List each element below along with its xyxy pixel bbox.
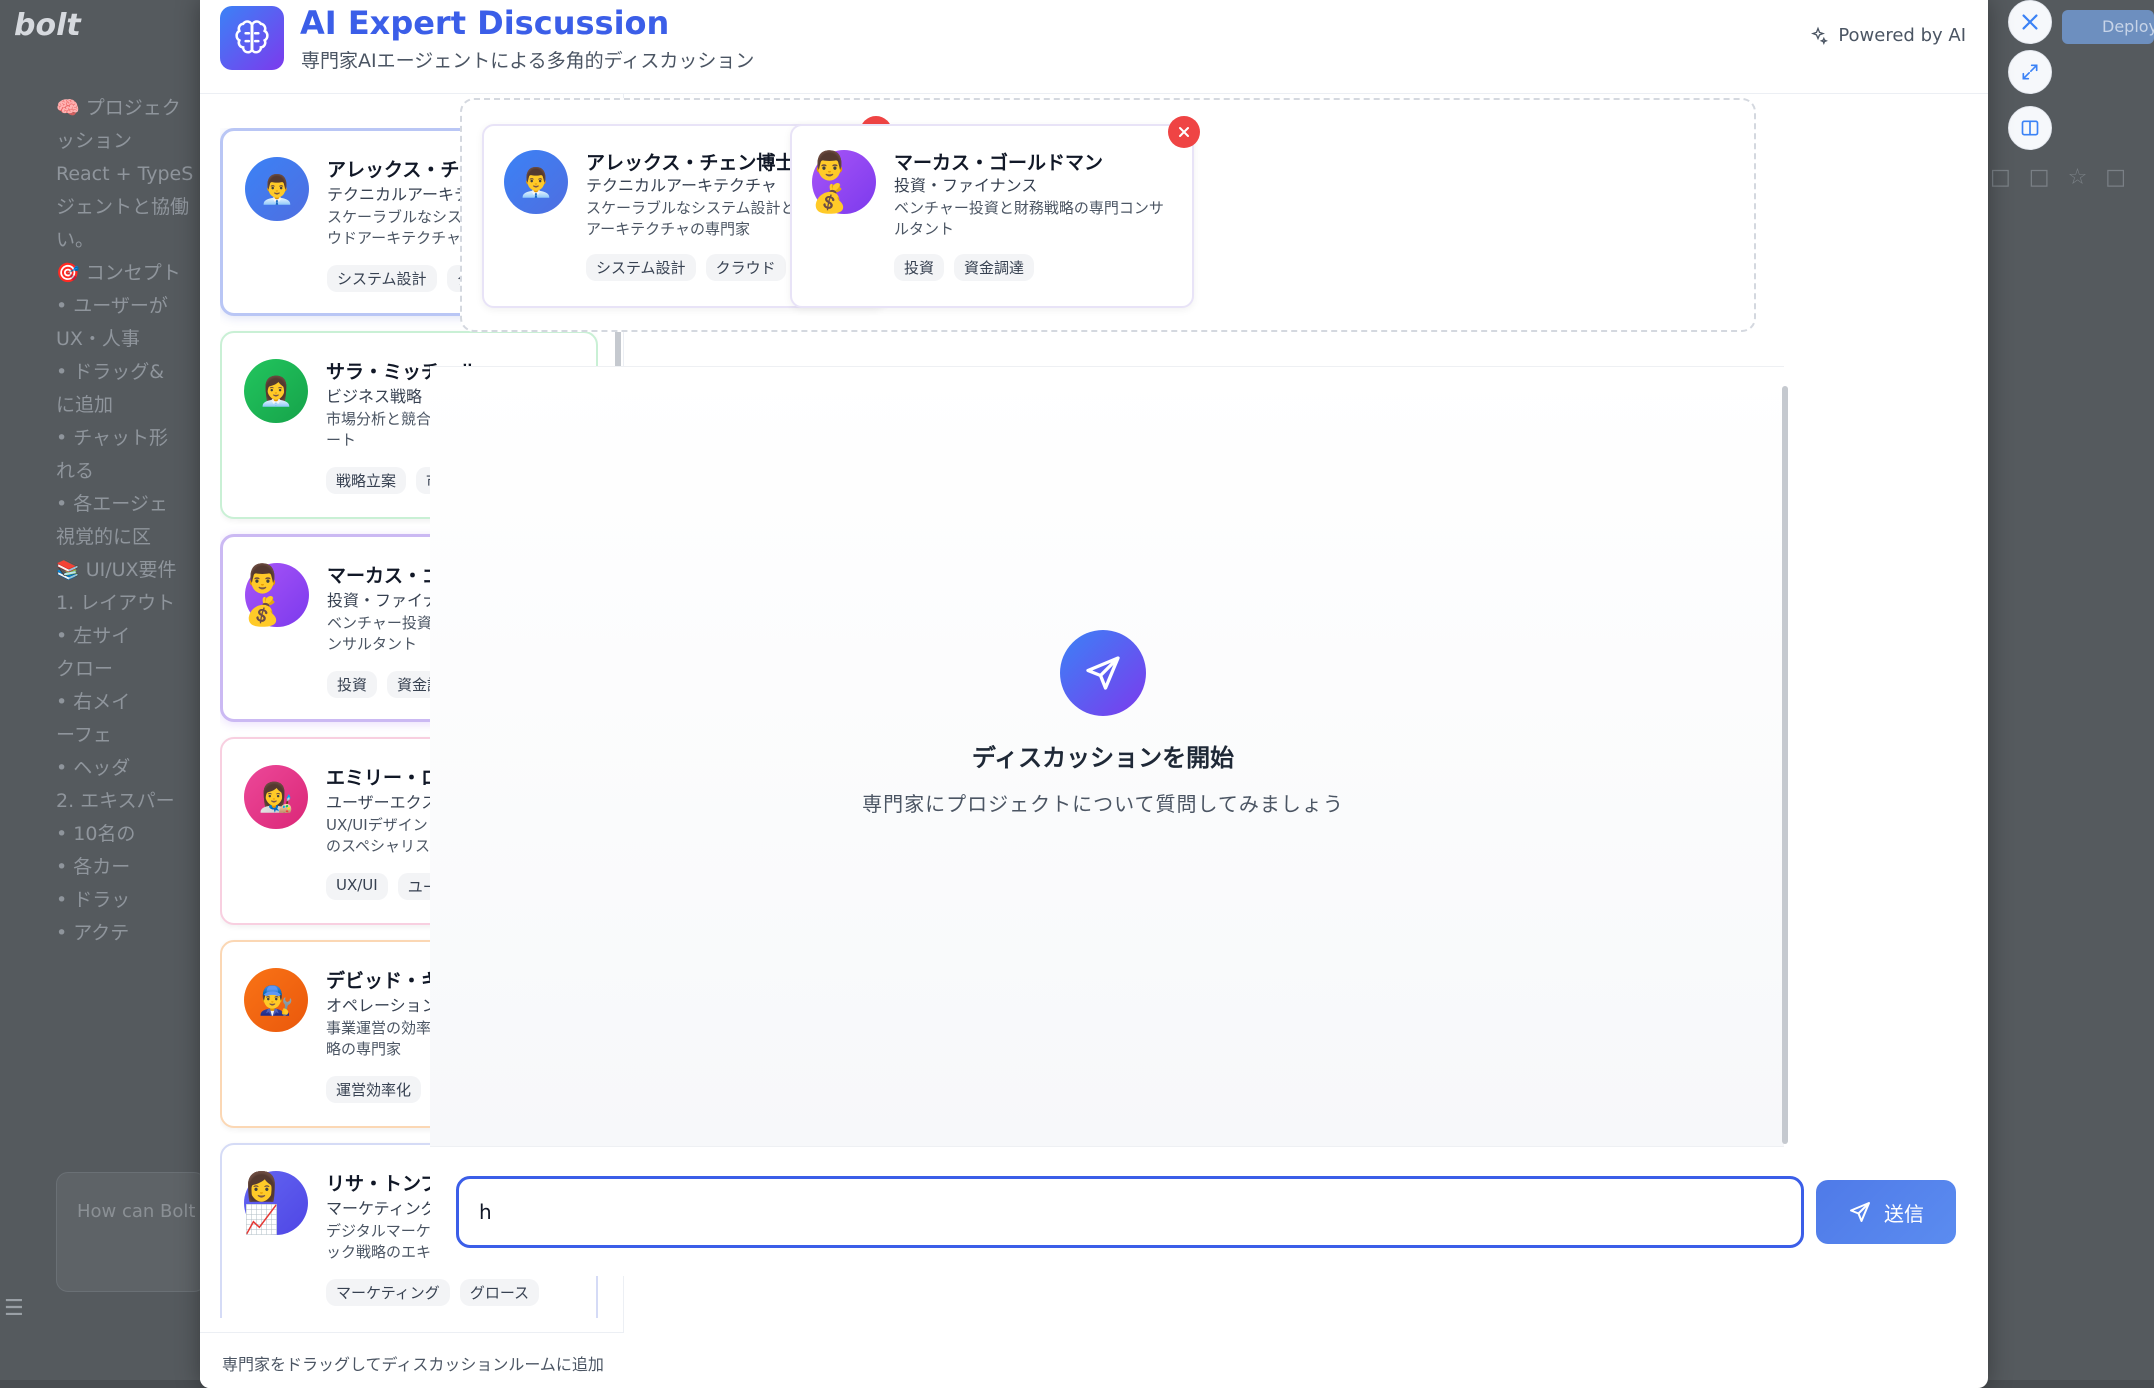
- send-icon: [1086, 656, 1120, 690]
- expert-avatar: 👨‍💼: [245, 157, 309, 221]
- background-chat-line: • 各エージェ: [56, 493, 168, 515]
- expert-avatar: 👩‍💼: [244, 359, 308, 423]
- expert-tag: 戦略立案: [326, 467, 407, 494]
- expert-name: マーカス・ゴールドマン: [894, 152, 1104, 174]
- expert-tag: システム設計: [586, 254, 696, 281]
- message-input[interactable]: [456, 1176, 1804, 1248]
- background-chat-line: クロー: [56, 658, 114, 680]
- close-icon: [1179, 127, 1189, 137]
- empty-state-subtitle: 専門家にプロジェクトについて質問してみましょう: [862, 792, 1344, 816]
- background-chat-line: 2. エキスパー: [56, 790, 175, 812]
- expert-tags: 投資 資金調達: [894, 254, 1035, 281]
- background-prompt-input[interactable]: How can Bolt: [56, 1172, 206, 1292]
- expert-name: アレックス・チェン博士: [586, 152, 795, 174]
- expert-tags: システム設計クラウド: [586, 254, 786, 281]
- chat-scrollbar[interactable]: [1782, 386, 1788, 1144]
- expert-role: テクニカルアーキテクチャ: [586, 176, 777, 195]
- expert-tag: マーケティング: [326, 1279, 450, 1306]
- empty-state-title: ディスカッションを開始: [971, 744, 1235, 772]
- expert-tags: マーケティング グロース: [326, 1279, 540, 1306]
- expert-role: ビジネス戦略: [326, 387, 423, 406]
- expert-avatar: 👨‍💼: [504, 150, 568, 214]
- background-chat-line: React + TypeS: [56, 163, 194, 185]
- send-label: 送信: [1884, 1203, 1924, 1226]
- sparkles-icon: [1811, 26, 1829, 45]
- background-chat-line: 📚 UI/UX要件: [56, 559, 177, 581]
- expert-tag: 資金調達: [954, 254, 1035, 281]
- expert-tag: 運営効率化: [326, 1076, 422, 1103]
- background-chat-line: • ドラッ: [56, 889, 131, 911]
- background-chat-line: UX・人事: [56, 328, 140, 350]
- expert-avatar: 👩‍🎨: [244, 765, 308, 829]
- powered-label: Powered by AI: [1838, 25, 1966, 46]
- background-toolbar-icons: □□☆□: [1990, 165, 2145, 190]
- close-button[interactable]: [2008, 0, 2052, 44]
- background-chat-line: ーフェ: [56, 724, 112, 746]
- background-chat-line: 🎯 コンセプト: [56, 262, 181, 284]
- expert-tag: システム設計: [327, 265, 437, 292]
- expert-avatar: 👨💰: [812, 149, 876, 215]
- background-prompt-placeholder: How can Bolt: [77, 1201, 196, 1222]
- background-chat-line: • 右メイ: [56, 691, 131, 713]
- deploy-button[interactable]: Deploy: [2062, 10, 2154, 44]
- expert-tag: 投資: [327, 671, 378, 698]
- remove-expert-button[interactable]: [1168, 116, 1200, 148]
- background-chat-line: • 10名の: [56, 823, 136, 845]
- app-logo: [220, 6, 284, 70]
- expert-tag: グロース: [459, 1279, 540, 1306]
- expert-tag: クラウド: [705, 254, 786, 281]
- expert-tag: UX/UI: [326, 873, 388, 900]
- brain-icon: [235, 20, 269, 54]
- expert-tag: 投資: [894, 254, 945, 281]
- expert-avatar: 👨‍🔧: [244, 968, 308, 1032]
- powered-by-badge: Powered by AI: [1808, 25, 1966, 46]
- background-chat-line: • アクテ: [56, 922, 130, 944]
- background-chat-line: • ドラッグ&: [56, 361, 165, 383]
- background-chat-line: い。: [56, 229, 95, 251]
- expert-avatar: 👩📈: [244, 1170, 308, 1236]
- background-chat-line: • 各カー: [56, 856, 131, 878]
- discussion-room-dropzone[interactable]: 👨‍💼 アレックス・チェン博士 テクニカルアーキテクチャ スケーラブルなシステム設計と…: [460, 98, 1756, 332]
- page-title: AI Expert Discussion: [300, 4, 670, 42]
- bolt-logo[interactable]: bolt: [14, 8, 81, 43]
- send-icon: [1850, 1202, 1870, 1222]
- modal-header: AI Expert Discussion 専門家AIエージェントによる多角的ディ…: [200, 0, 1988, 94]
- background-chat-line: • ヘッダ: [56, 757, 131, 779]
- close-icon: [2022, 14, 2038, 30]
- start-discussion-icon: [1060, 630, 1146, 716]
- send-button[interactable]: 送信: [1816, 1180, 1956, 1244]
- columns-icon: [2021, 120, 2039, 136]
- background-chat-line: ッション: [56, 130, 133, 152]
- background-chat-line: れる: [56, 460, 95, 482]
- page-subtitle: 専門家AIエージェントによる多角的ディスカッション: [301, 50, 755, 72]
- background-chat: 🧠 プロジェク ッション React + TypeS ジェントと協働 い。 🎯 コンセプト…: [56, 92, 201, 950]
- background-chat-line: • 左サイ: [56, 625, 131, 647]
- expert-avatar: 👨💰: [245, 562, 309, 628]
- drag-hint: 専門家をドラッグしてディスカッションルームに追加: [200, 1332, 624, 1388]
- background-chat-line: 🧠 プロジェク: [56, 97, 181, 119]
- split-view-button[interactable]: [2008, 106, 2052, 150]
- background-chat-line: に追加: [56, 394, 114, 416]
- background-chat-line: 1. レイアウト: [56, 592, 176, 614]
- expand-button[interactable]: [2008, 50, 2052, 94]
- expert-description: ベンチャー投資と財務戦略の専門コンサルタント: [894, 199, 1164, 238]
- background-chat-line: • ユーザーが: [56, 295, 168, 317]
- background-chat-line: • チャット形: [56, 427, 169, 449]
- background-chat-line: 視覚的に区: [56, 526, 152, 548]
- background-chat-line: ジェントと協働: [56, 196, 190, 218]
- background-sidebar-icon[interactable]: ☰: [4, 1296, 24, 1321]
- room-expert-card[interactable]: 👨💰 マーカス・ゴールドマン 投資・ファイナンスベンチャー投資と財務戦略の専門コンサ…: [790, 116, 1200, 308]
- expand-icon: [2022, 64, 2038, 80]
- expert-role: 投資・ファイナンス: [894, 176, 1038, 195]
